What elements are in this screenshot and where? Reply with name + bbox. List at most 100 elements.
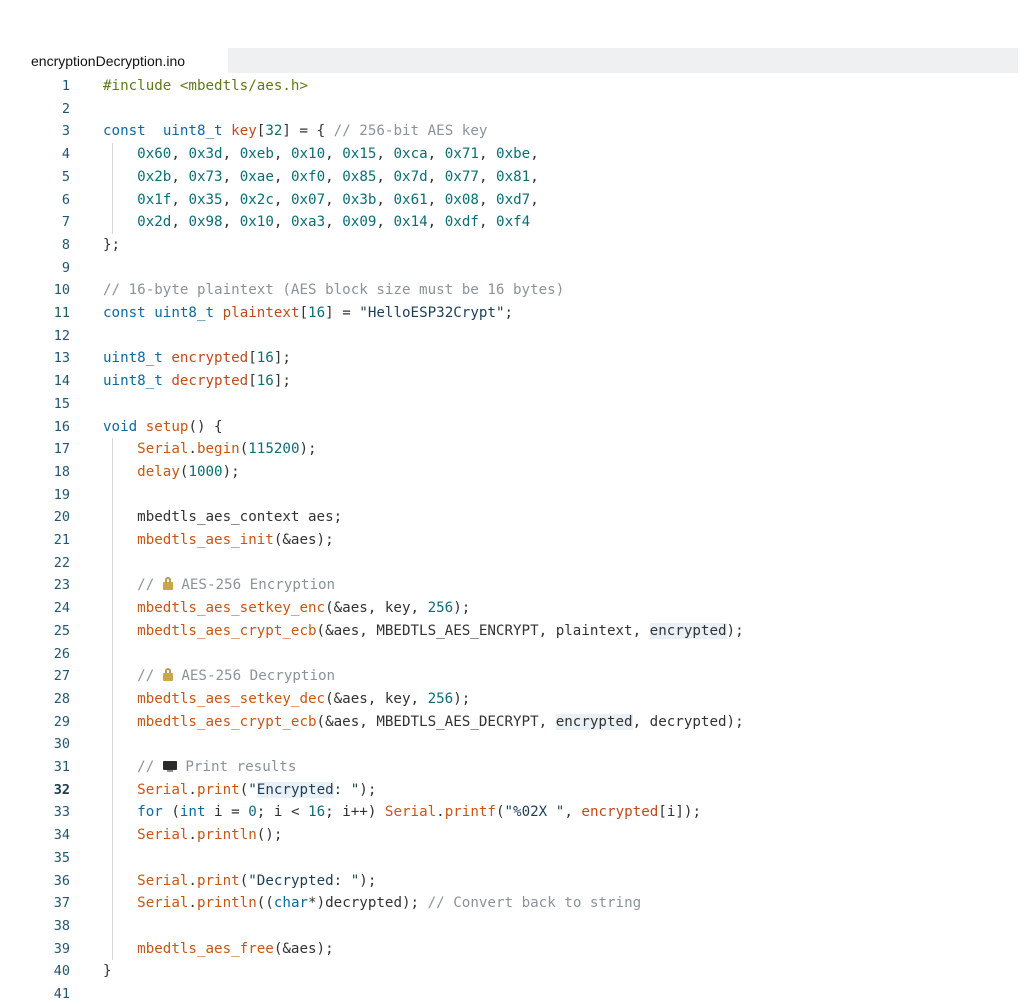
code-line[interactable]: 37 Serial.println((char*)decrypted); // … [0, 892, 1024, 915]
code-line[interactable]: 29 mbedtls_aes_crypt_ecb(&aes, MBEDTLS_A… [0, 711, 1024, 734]
code-token: ); [359, 781, 377, 798]
code-line[interactable]: 5 0x2b, 0x73, 0xae, 0xf0, 0x85, 0x7d, 0x… [0, 166, 1024, 189]
code-line[interactable]: 38 [0, 915, 1024, 938]
code-line[interactable]: 12 [0, 325, 1024, 348]
code-token: , [325, 146, 343, 163]
code-text: // 16-byte plaintext (AES block size mus… [103, 279, 564, 302]
code-line[interactable]: 21 mbedtls_aes_init(&aes); [0, 529, 1024, 552]
code-token: #include <mbedtls/aes.h> [103, 78, 308, 94]
code-line[interactable]: 33 for (int i = 0; i < 16; i++) Serial.p… [0, 801, 1024, 824]
code-line[interactable]: 8}; [0, 234, 1024, 257]
code-line[interactable]: 24 mbedtls_aes_setkey_enc(&aes, key, 256… [0, 597, 1024, 620]
code-token: 0xd7 [496, 191, 531, 208]
code-text: uint8_t encrypted[16]; [103, 347, 291, 370]
code-token: decrypted [171, 373, 249, 390]
code-token: , [376, 168, 394, 185]
code-token: , [273, 214, 291, 231]
code-line[interactable]: 36 Serial.print("Decrypted: "); [0, 870, 1024, 893]
code-token: 0x35 [188, 191, 223, 208]
code-line[interactable]: 35 [0, 847, 1024, 870]
code-line[interactable]: 22 [0, 552, 1024, 575]
line-number: 39 [53, 940, 70, 957]
code-line[interactable]: 20 mbedtls_aes_context aes; [0, 506, 1024, 529]
code-token: , [427, 191, 445, 208]
code-token: key [231, 123, 257, 140]
code-token: , [478, 214, 497, 231]
code-line[interactable]: 16 void setup() { [0, 416, 1024, 439]
code-line[interactable]: 6 0x1f, 0x35, 0x2c, 0x07, 0x3b, 0x61, 0x… [0, 189, 1024, 212]
code-token: 0x10 [290, 146, 326, 163]
code-editor[interactable]: 1 #include <mbedtls/aes.h> 2 3 const uint8_t… [0, 74, 1024, 1004]
code-line[interactable]: 2 [0, 98, 1024, 121]
code-line[interactable]: 9 [0, 257, 1024, 280]
code-token: encrypted [649, 622, 727, 639]
line-number: 34 [53, 827, 70, 844]
code-line[interactable]: 10 // 16-byte plaintext (AES block size m… [0, 279, 1024, 302]
code-token: (); [256, 827, 283, 844]
code-token: 0x2b [137, 168, 172, 185]
code-token: } [103, 963, 112, 980]
code-line[interactable]: 39 mbedtls_aes_free(&aes); [0, 938, 1024, 961]
code-token: , [222, 168, 240, 185]
code-line[interactable]: 34 Serial.println(); [0, 824, 1024, 847]
code-line[interactable]: 25 mbedtls_aes_crypt_ecb(&aes, MBEDTLS_A… [0, 620, 1024, 643]
code-line[interactable]: 30 [0, 733, 1024, 756]
code-line[interactable]: 7 0x2d, 0x98, 0x10, 0xa3, 0x09, 0x14, 0x… [0, 211, 1024, 234]
code-line[interactable]: 14 uint8_t decrypted[16]; [0, 370, 1024, 393]
line-number: 15 [53, 395, 70, 412]
code-token: (&aes, MBEDTLS_AES_DECRYPT, [316, 713, 556, 730]
code-token: AES-256 Decryption [172, 668, 336, 685]
code-text: } [103, 960, 112, 983]
code-line[interactable]: 15 [0, 393, 1024, 416]
code-line[interactable]: 17 Serial.begin(115200); [0, 438, 1024, 461]
code-line[interactable]: 23 // AES-256 Encryption [0, 574, 1024, 597]
code-line[interactable]: 13 uint8_t encrypted[16]; [0, 347, 1024, 370]
code-line[interactable]: 26 [0, 643, 1024, 666]
code-line[interactable]: 18 delay(1000); [0, 461, 1024, 484]
code-line[interactable]: 1 #include <mbedtls/aes.h> [0, 75, 1024, 98]
code-text: void setup() { [103, 416, 223, 439]
code-token: , [376, 214, 394, 231]
code-token: [ [248, 350, 257, 367]
code-token: 32 [265, 123, 283, 140]
code-line[interactable]: 40} [0, 960, 1024, 983]
code-line[interactable]: 3 const uint8_t key[32] = { // 256-bit AE… [0, 120, 1024, 143]
file-tab[interactable]: encryptionDecryption.ino [0, 46, 228, 76]
code-line[interactable]: 11 const uint8_t plaintext[16] = "HelloES… [0, 302, 1024, 325]
code-token: Serial [384, 804, 437, 821]
code-line[interactable]: 41 [0, 983, 1024, 1004]
code-token: uint8_t [162, 123, 223, 140]
code-token: "Decrypted: " [248, 872, 360, 889]
code-text: 0x2b, 0x73, 0xae, 0xf0, 0x85, 0x7d, 0x77… [103, 166, 539, 189]
line-number: 30 [53, 736, 70, 753]
code-token: : " [333, 781, 360, 798]
code-token: , [478, 191, 497, 208]
code-token: ; i++) [325, 804, 385, 821]
code-token: ); [453, 690, 471, 707]
code-token: 115200 [248, 441, 300, 458]
code-line[interactable]: 31 // Print results [0, 756, 1024, 779]
code-text: // Print results [103, 756, 296, 779]
line-number: 20 [53, 509, 70, 526]
code-line[interactable]: 27 // AES-256 Decryption [0, 665, 1024, 688]
code-token: // [137, 668, 163, 685]
code-line[interactable]: 4 0x60, 0x3d, 0xeb, 0x10, 0x15, 0xca, 0x… [0, 143, 1024, 166]
code-text: mbedtls_aes_free(&aes); [103, 938, 333, 961]
code-text: delay(1000); [103, 461, 240, 484]
indent-guide [112, 143, 113, 234]
code-line[interactable]: 19 [0, 484, 1024, 507]
code-token: 0x08 [444, 191, 479, 208]
code-token: . [436, 804, 445, 821]
code-line[interactable]: 32 Serial.print("Encrypted: "); [0, 779, 1024, 802]
code-token: 0xbe [496, 146, 531, 163]
code-line[interactable]: 28 mbedtls_aes_setkey_dec(&aes, key, 256… [0, 688, 1024, 711]
code-token: ] = { [282, 123, 334, 140]
line-number: 2 [61, 100, 70, 117]
